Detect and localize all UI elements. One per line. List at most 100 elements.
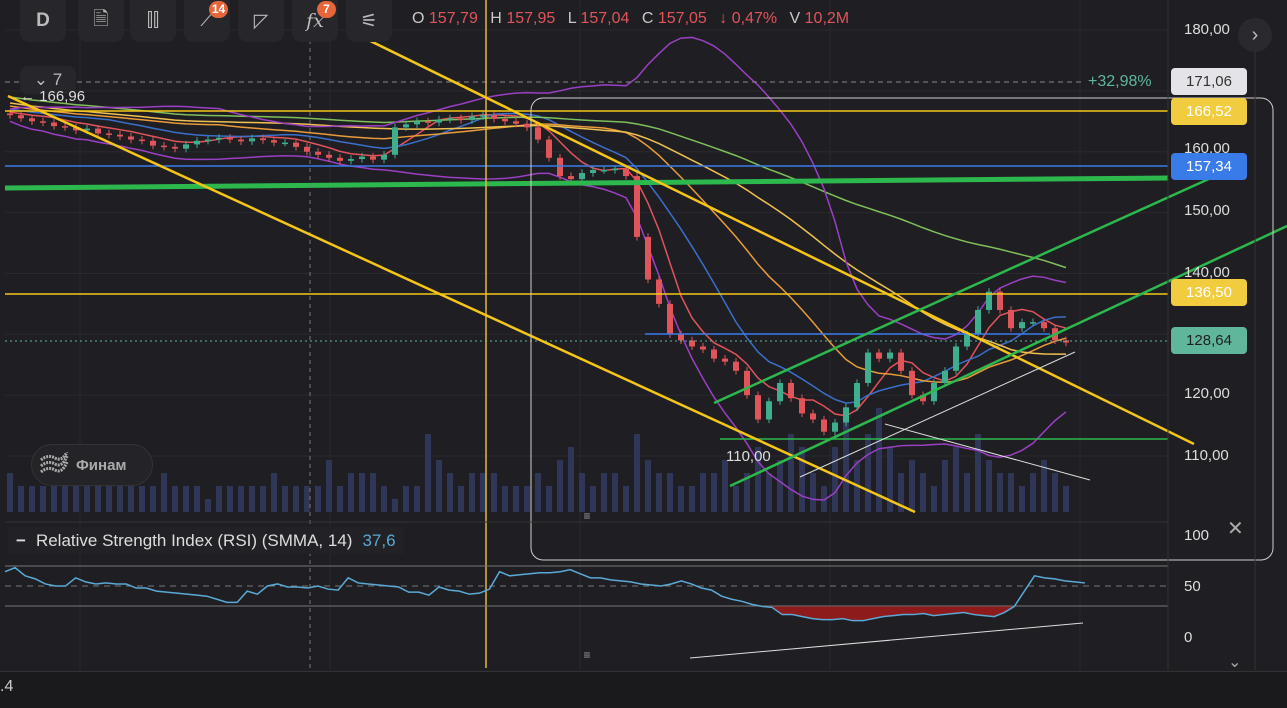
rsi-tick: 0 — [1184, 629, 1193, 646]
candle — [942, 370, 948, 383]
candle — [403, 124, 409, 128]
volume-bar — [194, 486, 200, 512]
rsi-resize-handle[interactable]: ≡ — [583, 648, 590, 662]
volume-bar — [645, 460, 651, 512]
candle — [832, 422, 838, 432]
candle — [249, 138, 255, 142]
volume-bar — [249, 486, 255, 512]
candle — [843, 407, 849, 423]
volume-bar — [282, 486, 288, 512]
settings-button[interactable]: ⚟ — [346, 0, 392, 42]
volume-bar — [612, 473, 618, 512]
candle — [755, 395, 761, 420]
volume-bar — [161, 473, 167, 512]
volume-bar — [436, 460, 442, 512]
candle — [216, 137, 222, 140]
candle — [766, 401, 772, 420]
indicators-button[interactable]: fx 7 — [292, 0, 338, 42]
yellow-high-price-tag: 166,52 — [1171, 98, 1247, 125]
volume-bar — [491, 473, 497, 512]
volume-bar — [546, 486, 552, 512]
ma-10 — [9, 108, 1067, 404]
volume-bar — [733, 486, 739, 512]
footer-bar: .4 — [0, 671, 1287, 708]
volume-bar — [348, 473, 354, 512]
volume-bar — [711, 473, 717, 512]
volume-bar — [535, 473, 541, 512]
candle — [95, 128, 101, 134]
rsi-value: 37,6 — [362, 530, 396, 550]
minus-icon[interactable]: − — [16, 531, 26, 551]
drawings-button[interactable]: ⟋ 14 — [184, 0, 230, 42]
candle — [788, 382, 794, 399]
candle — [447, 118, 453, 120]
candle — [425, 121, 431, 123]
candle — [557, 157, 563, 177]
volume-bar — [458, 486, 464, 512]
volume-bar — [271, 473, 277, 512]
volume-bar — [601, 473, 607, 512]
chart-type-button[interactable]: ⫿⫿ — [130, 0, 176, 42]
candle — [733, 361, 739, 371]
candle — [799, 398, 805, 414]
candle — [678, 334, 684, 341]
candle — [821, 419, 827, 432]
volume-bar — [722, 460, 728, 512]
candle — [106, 133, 112, 135]
rsi-trend-line[interactable] — [689, 622, 1084, 659]
drawings-count-badge: 14 — [209, 1, 228, 18]
volume-label: V — [789, 10, 801, 27]
volume-bar — [381, 486, 387, 512]
close-rsi-button[interactable]: ✕ — [1227, 516, 1244, 541]
pane-resize-handle[interactable]: ≡ — [583, 509, 590, 523]
volume-bar — [986, 460, 992, 512]
candle — [601, 169, 607, 172]
chevron-down-icon: ⌄ — [33, 70, 53, 89]
volume-bar — [502, 486, 508, 512]
green-thick-level[interactable] — [4, 175, 1169, 191]
candle — [1041, 322, 1047, 329]
volume-value: 10,2M — [804, 10, 850, 27]
candle — [590, 169, 596, 174]
rsi-tick: 100 — [1184, 527, 1210, 544]
volume-bar — [700, 473, 706, 512]
low-price-label: 110,00 — [726, 448, 771, 465]
candle — [260, 138, 266, 141]
close-label: C — [641, 10, 654, 27]
low-label: L — [567, 10, 577, 27]
candle — [128, 136, 134, 140]
price-tick: 120,00 — [1184, 385, 1230, 402]
volume-bar — [238, 486, 244, 512]
volume-bar — [51, 486, 57, 512]
low-value: 157,04 — [580, 10, 630, 27]
scroll-right-button[interactable]: › — [1238, 18, 1272, 52]
ma-20 — [9, 105, 1067, 384]
candle — [953, 346, 959, 371]
candle — [667, 303, 673, 335]
candle — [876, 352, 882, 359]
volume-bar — [590, 486, 596, 512]
left-marker-value: 166,96 — [39, 88, 86, 105]
volume-bar — [29, 486, 35, 512]
price-tick: 180,00 — [1184, 21, 1230, 38]
indicators-count-badge: 7 — [317, 1, 336, 18]
volume-bar — [931, 486, 937, 512]
candle — [513, 121, 519, 124]
candle — [612, 168, 618, 171]
candle — [348, 159, 354, 161]
yellow-trend-upper[interactable] — [351, 30, 1195, 446]
volume-bar — [524, 486, 530, 512]
candle — [909, 370, 915, 396]
candle — [458, 118, 464, 121]
candle — [183, 144, 189, 149]
price-chart[interactable]: ≡ ≡ — [0, 0, 1287, 707]
candle — [150, 140, 156, 146]
blue-level-price-tag: 157,34 — [1171, 153, 1247, 180]
candle — [469, 116, 475, 121]
interval-button[interactable]: D — [20, 0, 66, 42]
drawing-tools-button[interactable]: ◸ — [238, 0, 284, 42]
volume-bar — [392, 499, 398, 512]
volume-bar — [227, 486, 233, 512]
order-button[interactable]: 🗎 — [78, 0, 124, 42]
rsi-expand-button[interactable]: ⌄ — [1228, 652, 1241, 672]
